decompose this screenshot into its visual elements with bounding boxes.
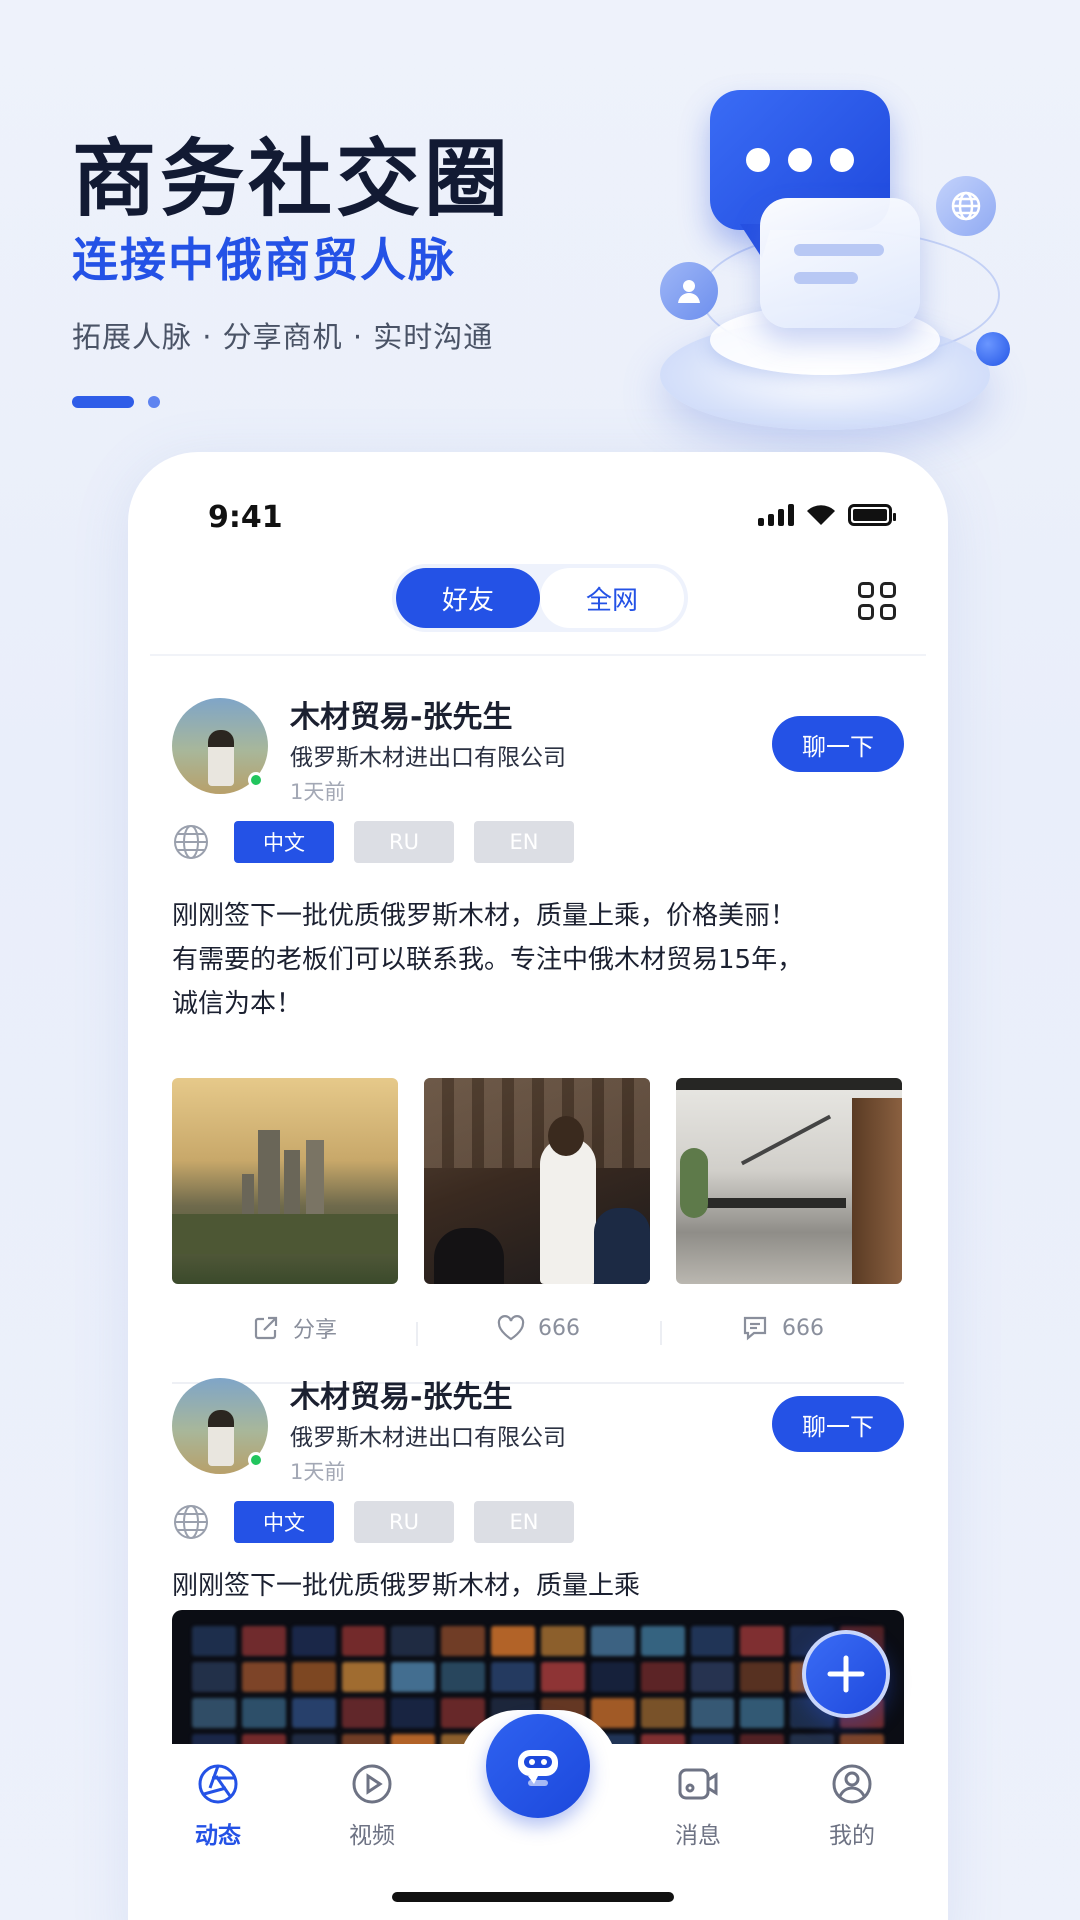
post-photo-interior[interactable] [676, 1078, 902, 1284]
globe-icon [174, 825, 208, 859]
robot-icon[interactable] [486, 1714, 590, 1818]
play-icon [352, 1764, 392, 1804]
home-indicator [392, 1892, 674, 1902]
comment-icon [743, 1316, 767, 1341]
wifi-icon [806, 504, 836, 526]
nav-item-moments[interactable]: 动态 [158, 1762, 278, 1850]
post-photo-meeting[interactable] [424, 1078, 650, 1284]
online-indicator [248, 772, 264, 788]
carousel-indicator [72, 396, 160, 408]
post-text: 刚刚签下一批优质俄罗斯木材，质量上乘，价格美丽！ 有需要的老板们可以联系我。专注… [172, 901, 804, 1019]
post-author-name: 木材贸易-张先生 [290, 700, 513, 735]
heart-icon [497, 1315, 525, 1341]
grid-icon[interactable] [858, 582, 896, 620]
online-indicator [248, 1452, 264, 1468]
message-bubble-icon [760, 198, 920, 328]
language-selector: 中文 RU EN [172, 1500, 594, 1544]
profile-icon [832, 1764, 872, 1804]
hero-tagline: 拓展人脉 · 分享商机 · 实时沟通 [72, 320, 494, 354]
post-actions: 分享 666 666 [172, 1306, 904, 1350]
battery-icon [848, 504, 896, 526]
lang-chip-ru[interactable]: RU [354, 821, 454, 863]
lang-chip-en[interactable]: EN [474, 1501, 574, 1543]
post-photos [172, 1078, 902, 1284]
post-author-company: 俄罗斯木材进出口有限公司 [290, 1425, 566, 1451]
lang-chip-zh[interactable]: 中文 [234, 1501, 334, 1543]
post-photo-city[interactable] [172, 1078, 398, 1284]
chat-button[interactable]: 聊一下 [772, 716, 904, 772]
globe-orb-icon [936, 176, 996, 236]
nav-item-profile[interactable]: 我的 [792, 1762, 912, 1850]
post-author-name: 木材贸易-张先生 [290, 1380, 513, 1415]
hero-title: 商务社交圈 [72, 130, 513, 228]
status-bar: 9:41 [128, 452, 948, 562]
chat-button[interactable]: 聊一下 [772, 1396, 904, 1452]
lang-chip-ru[interactable]: RU [354, 1501, 454, 1543]
globe-icon [174, 1505, 208, 1539]
user-orb-icon [660, 262, 718, 320]
post-time: 1天前 [290, 1460, 346, 1484]
feed-scope-toggle: 好友 全网 [392, 564, 688, 632]
moments-icon [198, 1764, 238, 1804]
plus-icon[interactable] [802, 1630, 890, 1718]
post-text: 刚刚签下一批优质俄罗斯木材，质量上乘 [172, 1571, 641, 1601]
tab-friends[interactable]: 好友 [396, 568, 540, 628]
chat-illustration [640, 80, 1040, 440]
nav-item-messages[interactable]: 消息 [638, 1762, 758, 1850]
post-card: 木材贸易-张先生 俄罗斯木材进出口有限公司 1天前 聊一下 中文 RU EN 刚… [172, 698, 904, 1398]
lang-chip-en[interactable]: EN [474, 821, 574, 863]
post-author-company: 俄罗斯木材进出口有限公司 [290, 745, 566, 771]
signal-icon [758, 504, 794, 526]
like-button[interactable]: 666 [416, 1314, 660, 1346]
language-selector: 中文 RU EN [172, 820, 594, 864]
lang-chip-zh[interactable]: 中文 [234, 821, 334, 863]
share-icon [254, 1316, 278, 1340]
post-time: 1天前 [290, 780, 346, 804]
hero-subtitle: 连接中俄商贸人脉 [72, 233, 456, 287]
nav-item-video[interactable]: 视频 [312, 1762, 432, 1850]
share-button[interactable]: 分享 [172, 1312, 416, 1344]
tab-all[interactable]: 全网 [540, 568, 684, 628]
comment-button[interactable]: 666 [660, 1313, 904, 1345]
status-time: 9:41 [208, 500, 283, 535]
video-camera-icon [678, 1768, 718, 1800]
